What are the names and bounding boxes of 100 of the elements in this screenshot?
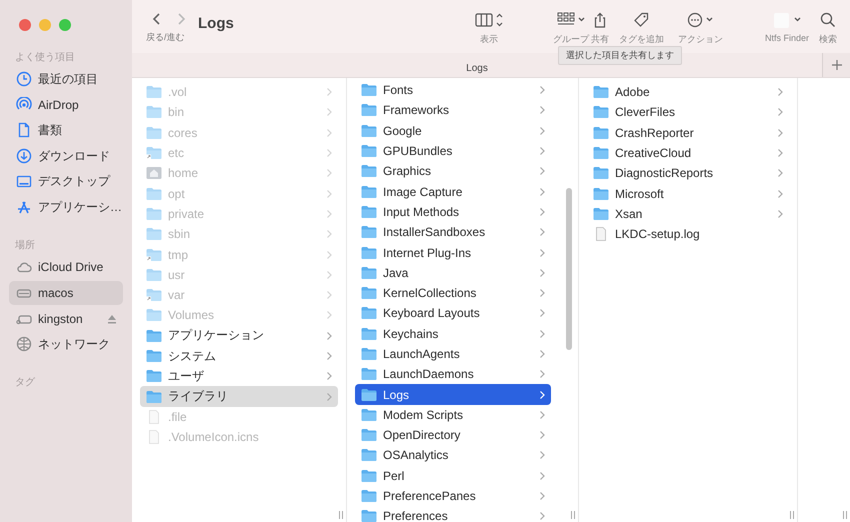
chevron-icon xyxy=(326,229,332,240)
sidebar-item[interactable]: macos xyxy=(9,280,123,305)
file-row[interactable]: OSAnalytics xyxy=(355,445,551,466)
folder-icon xyxy=(361,448,377,462)
folder-icon xyxy=(361,388,377,402)
back-icon[interactable] xyxy=(152,12,162,26)
file-row[interactable]: Keychains xyxy=(355,324,551,344)
resize-handle-icon xyxy=(788,510,796,520)
sidebar-item[interactable]: アプリケーシ… xyxy=(9,195,123,220)
chevron-icon xyxy=(539,288,545,298)
folder-icon xyxy=(361,509,377,522)
file-row[interactable]: Input Methods xyxy=(355,202,551,222)
new-tab-button[interactable] xyxy=(822,53,850,77)
section-header: よく使う項目 xyxy=(14,51,76,65)
file-row[interactable]: Keyboard Layouts xyxy=(355,303,551,324)
chevron-icon xyxy=(777,208,783,219)
chevron-icon xyxy=(777,87,783,98)
file-row[interactable]: KernelCollections xyxy=(355,282,551,304)
file-row[interactable]: Adobe xyxy=(587,82,789,102)
scrollbar-thumb[interactable] xyxy=(566,188,572,350)
folder-icon xyxy=(361,164,377,178)
folder-icon xyxy=(146,268,162,282)
file-row[interactable]: ユーザ xyxy=(140,366,338,386)
tag-icon xyxy=(633,12,650,28)
chevron-icon xyxy=(539,511,545,522)
file-row[interactable]: InstallerSandboxes xyxy=(355,222,551,242)
folder-icon xyxy=(146,349,162,363)
chevron-icon xyxy=(539,206,545,217)
chevron-icon xyxy=(326,87,332,98)
folder-icon xyxy=(361,103,377,118)
sidebar-item[interactable]: 書類 xyxy=(9,118,123,142)
sidebar-item[interactable]: iCloud Drive xyxy=(9,255,123,280)
folder-icon xyxy=(146,227,162,242)
zoom-button[interactable] xyxy=(59,19,71,31)
file-row[interactable]: LaunchDaemons xyxy=(355,364,551,384)
close-button[interactable] xyxy=(19,19,31,31)
chevron-icon xyxy=(326,148,332,158)
forward-icon[interactable] xyxy=(176,12,186,26)
columns-icon xyxy=(474,12,503,28)
file-row[interactable]: システム xyxy=(140,346,338,366)
clock-icon xyxy=(16,71,32,87)
applications-icon xyxy=(16,199,32,216)
extension-icon xyxy=(772,12,801,28)
chevron-icon xyxy=(539,105,545,116)
chevron-icon xyxy=(539,470,545,481)
file-icon xyxy=(593,227,609,242)
file-row[interactable]: Graphics xyxy=(355,161,551,182)
sidebar-item[interactable]: kingston xyxy=(9,306,123,330)
file-row[interactable]: Google xyxy=(355,120,551,141)
chevron-icon xyxy=(539,308,545,318)
chevron-icon xyxy=(326,371,332,382)
file-row[interactable]: CreativeCloud xyxy=(587,142,789,164)
plus-icon xyxy=(830,59,842,71)
folder-icon xyxy=(146,248,162,262)
chevron-icon xyxy=(539,390,545,400)
resize-handle-icon xyxy=(337,510,345,520)
file-row[interactable]: CrashReporter xyxy=(587,122,789,143)
tooltip: 選択した項目を共有します xyxy=(558,46,682,65)
file-row[interactable]: Java xyxy=(355,262,551,283)
folder-icon xyxy=(361,408,377,422)
folder-icon xyxy=(361,144,377,158)
file-icon xyxy=(146,410,162,424)
file-row[interactable]: Modem Scripts xyxy=(355,404,551,426)
section-header: 場所 xyxy=(14,238,36,254)
file-row[interactable]: Fonts xyxy=(355,80,551,100)
file-row[interactable]: Image Capture xyxy=(355,181,551,202)
folder-icon xyxy=(593,126,609,140)
file-row[interactable]: DiagnosticReports xyxy=(587,163,789,184)
folder-icon xyxy=(146,105,162,120)
chevron-icon xyxy=(539,166,545,176)
file-row[interactable]: Logs xyxy=(355,384,551,405)
file-row[interactable]: Xsan xyxy=(587,204,789,224)
file-row[interactable]: Perl xyxy=(355,466,551,486)
chevron-icon xyxy=(326,351,332,361)
file-row[interactable]: ライブラリ xyxy=(140,386,338,407)
file-row[interactable]: LKDC-setup.log xyxy=(587,224,789,244)
file-row[interactable]: GPUBundles xyxy=(355,140,551,162)
file-row[interactable]: Microsoft xyxy=(587,183,789,204)
file-row[interactable]: Preferences xyxy=(355,506,551,522)
tab[interactable]: Logs xyxy=(466,63,488,74)
sidebar-item[interactable]: ダウンロード xyxy=(9,144,123,168)
sidebar-item[interactable]: AirDrop xyxy=(9,92,123,117)
folder-icon xyxy=(146,85,162,100)
sidebar-item[interactable]: 最近の項目 xyxy=(9,67,123,91)
file-row[interactable]: OpenDirectory xyxy=(355,425,551,446)
chevron-icon xyxy=(326,330,332,341)
file-row[interactable]: アプリケーション xyxy=(140,326,338,346)
chevron-icon xyxy=(539,268,545,278)
sidebar-item[interactable]: デスクトップ xyxy=(9,170,123,194)
folder-icon xyxy=(593,85,609,100)
file-row[interactable]: PreferencePanes xyxy=(355,486,551,506)
sidebar-item[interactable]: ネットワーク xyxy=(9,332,123,356)
navigation-label: 戻る/進む xyxy=(146,31,185,44)
eject-icon[interactable] xyxy=(107,314,117,324)
file-row[interactable]: LaunchAgents xyxy=(355,344,551,364)
folder-icon xyxy=(361,286,377,300)
file-row[interactable]: Internet Plug-Ins xyxy=(355,242,551,263)
file-row[interactable]: CleverFiles xyxy=(587,102,789,123)
file-row[interactable]: Frameworks xyxy=(355,100,551,121)
minimize-button[interactable] xyxy=(39,19,51,31)
